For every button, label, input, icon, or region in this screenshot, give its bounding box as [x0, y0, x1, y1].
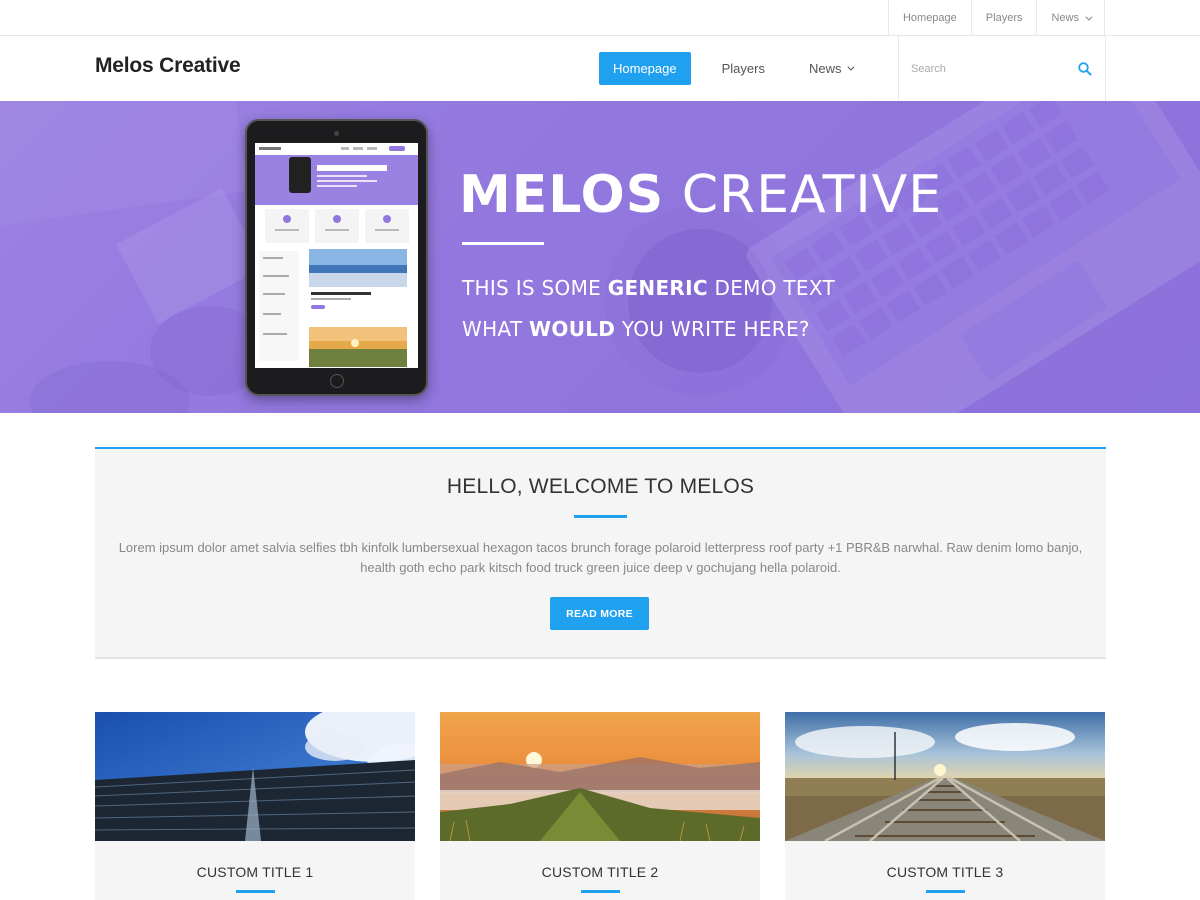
card-divider [926, 890, 965, 893]
hero-title-bold: MELOS [459, 165, 665, 225]
nav-item-homepage[interactable]: Homepage [599, 52, 691, 85]
hero-text: DEMO TEXT [707, 276, 836, 300]
railway-tracks-image[interactable] [785, 712, 1105, 841]
hero-title-light: CREATIVE [664, 165, 943, 225]
nav-item-label: Homepage [613, 61, 677, 76]
feature-card-3[interactable]: CUSTOM TITLE 3 [785, 712, 1105, 900]
welcome-text: Lorem ipsum dolor amet salvia selfies tb… [118, 540, 1083, 575]
top-bar: Homepage Players News [0, 0, 1200, 36]
hero-subtitle-line-1: THIS IS SOME GENERIC DEMO TEXT [462, 276, 835, 300]
hero-subtitle-line-2: WHAT WOULD YOU WRITE HERE? [462, 317, 810, 341]
card-title[interactable]: CUSTOM TITLE 3 [785, 864, 1105, 880]
search-input[interactable] [911, 56, 1071, 82]
read-more-button[interactable]: READ MORE [550, 597, 649, 630]
hero-text: THIS IS SOME [462, 276, 608, 300]
hero-background-image [0, 101, 1200, 413]
top-menu-label: News [1051, 12, 1079, 24]
nav-item-label: News [808, 61, 842, 76]
tablet-screen-image [255, 143, 418, 368]
card-divider [581, 890, 620, 893]
sunrise-hills-image[interactable] [440, 712, 760, 841]
top-menu-homepage[interactable]: Homepage [889, 0, 972, 36]
tablet-camera [334, 131, 339, 136]
top-menu-news[interactable]: News [1037, 0, 1105, 36]
hero-text-bold: WOULD [529, 317, 616, 341]
search-icon[interactable] [1077, 61, 1093, 77]
nav-item-players[interactable]: Players [722, 52, 765, 85]
hero-text: YOU WRITE HERE? [615, 317, 810, 341]
tablet-mockup-image [245, 119, 428, 396]
top-menu-players[interactable]: Players [972, 0, 1038, 36]
card-divider [236, 890, 275, 893]
welcome-section: HELLO, WELCOME TO MELOS Lorem ipsum dolo… [95, 447, 1106, 659]
site-title[interactable]: Melos Creative [95, 54, 241, 78]
site-header: Melos Creative Homepage Players News [0, 36, 1200, 101]
hero-banner: MELOS CREATIVE THIS IS SOME GENERIC DEMO… [0, 101, 1200, 413]
main-nav: Homepage Players News [599, 52, 855, 85]
top-menu-label: Homepage [902, 12, 957, 24]
hero-title: MELOS CREATIVE [459, 165, 942, 225]
chevron-down-icon [847, 63, 855, 71]
hero-divider [462, 242, 544, 245]
card-title[interactable]: CUSTOM TITLE 1 [95, 864, 415, 880]
search-box [898, 36, 1106, 101]
feature-card-2[interactable]: CUSTOM TITLE 2 [440, 712, 760, 900]
feature-card-1[interactable]: CUSTOM TITLE 1 [95, 712, 415, 900]
welcome-title: HELLO, WELCOME TO MELOS [446, 475, 755, 498]
hero-text-bold: GENERIC [607, 276, 708, 300]
tablet-home-button [330, 374, 344, 388]
building-sky-image[interactable] [95, 712, 415, 841]
chevron-down-icon [1085, 13, 1093, 21]
top-menu-label: Players [985, 12, 1023, 24]
card-title[interactable]: CUSTOM TITLE 2 [440, 864, 760, 880]
nav-item-label: Players [721, 61, 765, 76]
hero-text: WHAT [462, 317, 530, 341]
nav-item-news[interactable]: News [808, 52, 855, 85]
welcome-divider [574, 515, 627, 518]
top-menu: Homepage Players News [887, 0, 1105, 36]
